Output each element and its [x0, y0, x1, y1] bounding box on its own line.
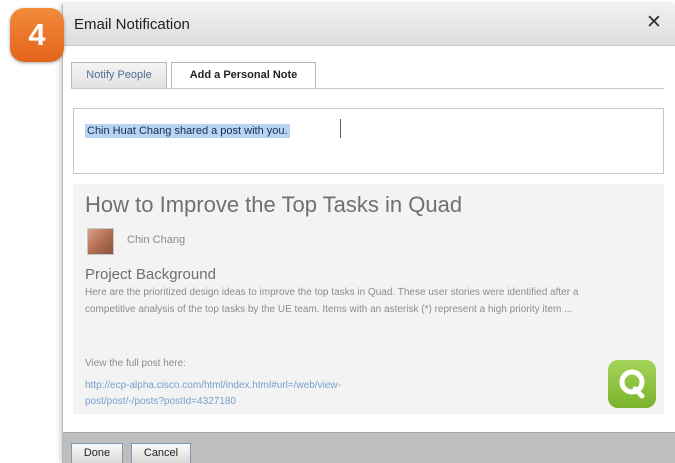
- tab-divider: [71, 88, 664, 89]
- done-button[interactable]: Done: [71, 443, 123, 463]
- close-icon[interactable]: ✕: [643, 12, 665, 34]
- quad-logo-icon: [608, 360, 656, 408]
- dialog-titlebar: Email Notification ✕: [63, 4, 675, 46]
- personal-note-text[interactable]: Chin Huat Chang shared a post with you.: [85, 124, 290, 138]
- post-author: Chin Chang: [127, 234, 186, 246]
- post-excerpt: Here are the prioritized design ideas to…: [85, 287, 579, 315]
- text-cursor: [340, 119, 341, 138]
- email-notification-dialog: Email Notification ✕ Notify People Add a…: [62, 4, 675, 463]
- post-title: How to Improve the Top Tasks in Quad: [85, 192, 463, 217]
- author-avatar: [87, 228, 114, 255]
- screen: 4 Email Notification ✕ Notify People Add…: [0, 0, 675, 463]
- dialog-footer: Done Cancel: [63, 432, 675, 463]
- post-preview: How to Improve the Top Tasks in Quad Chi…: [73, 184, 664, 414]
- dialog-title: Email Notification: [74, 16, 190, 33]
- full-post-link[interactable]: http://ecp-alpha.cisco.com/html/index.ht…: [85, 378, 415, 410]
- tab-notify-people[interactable]: Notify People: [71, 62, 167, 88]
- view-full-post-label: View the full post here:: [85, 358, 186, 369]
- step-badge: 4: [10, 8, 64, 62]
- tab-add-personal-note[interactable]: Add a Personal Note: [171, 62, 316, 88]
- section-title: Project Background: [85, 266, 216, 283]
- personal-note-textarea[interactable]: Chin Huat Chang shared a post with you.: [73, 108, 664, 174]
- cancel-button[interactable]: Cancel: [131, 443, 191, 463]
